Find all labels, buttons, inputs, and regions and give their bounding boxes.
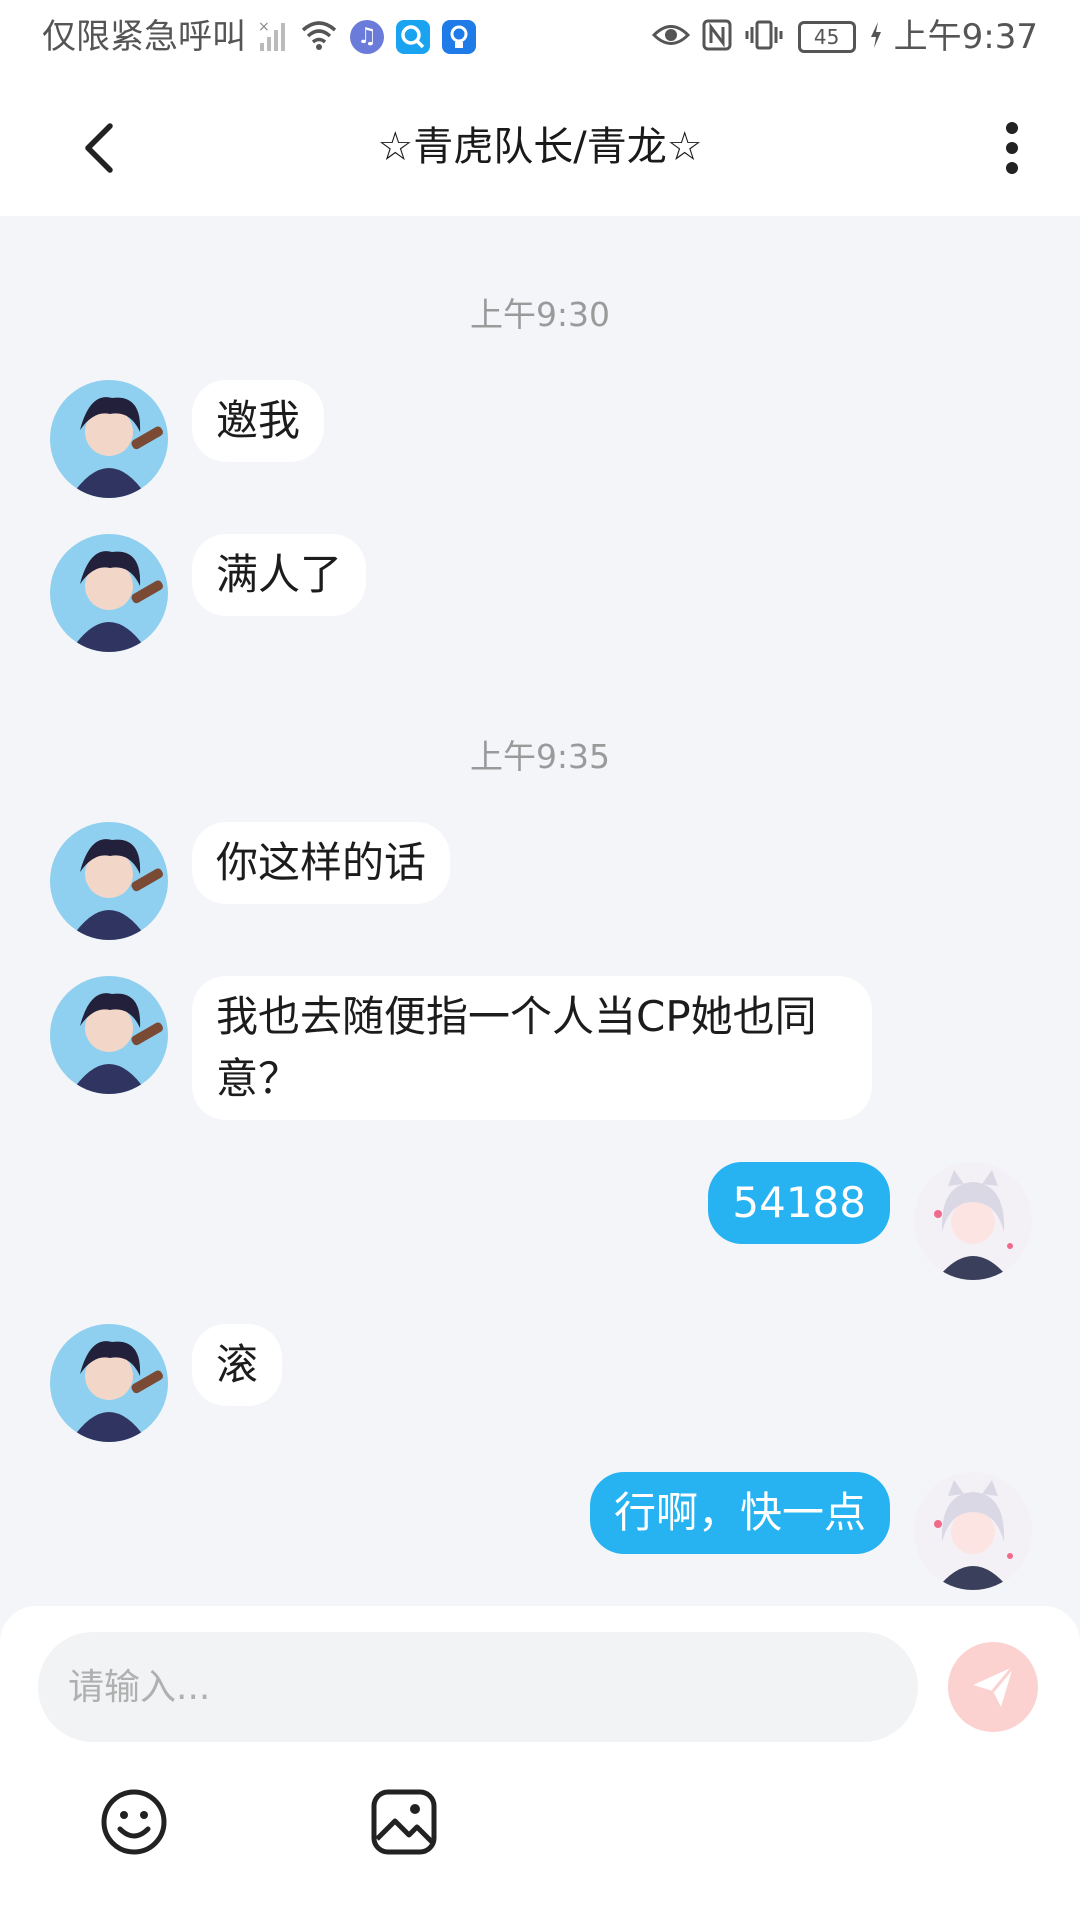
svg-text:×: × xyxy=(258,19,270,35)
more-options-button[interactable] xyxy=(992,118,1032,178)
message-timestamp: 上午9:30 xyxy=(469,295,611,334)
message-bubble[interactable]: 滚 xyxy=(192,1324,283,1406)
message-input[interactable] xyxy=(38,1632,918,1742)
incoming-message: 你这样的话 xyxy=(50,822,451,940)
status-bar: 仅限紧急呼叫 × ♫ 45 上午9:37 xyxy=(0,0,1080,78)
no-signal-icon: × xyxy=(258,17,288,57)
eye-icon xyxy=(651,20,690,54)
battery-icon: 45 xyxy=(797,21,856,53)
image-button[interactable] xyxy=(368,1786,440,1858)
bulb-app-icon xyxy=(442,20,476,54)
send-button[interactable] xyxy=(948,1642,1038,1732)
nfc-icon xyxy=(702,19,732,55)
chat-title: ☆青虎队长/青龙☆ xyxy=(377,124,703,170)
more-vertical-icon xyxy=(1006,122,1018,174)
message-bubble[interactable]: 54188 xyxy=(708,1162,890,1244)
my-avatar[interactable] xyxy=(914,1472,1032,1590)
wifi-icon xyxy=(300,19,338,55)
incoming-message: 滚 xyxy=(50,1324,283,1442)
my-avatar[interactable] xyxy=(914,1162,1032,1280)
emoji-icon xyxy=(101,1789,167,1855)
charging-icon xyxy=(868,20,884,54)
clock: 上午9:37 xyxy=(893,17,1038,57)
message-bubble[interactable]: 邀我 xyxy=(192,380,325,462)
message-bubble[interactable]: 我也去随便指一个人当CP她也同意？ xyxy=(192,976,872,1120)
image-icon xyxy=(371,1789,437,1855)
chat-header: ☆青虎队长/青龙☆ xyxy=(0,78,1080,216)
incoming-message: 邀我 xyxy=(50,380,325,498)
back-button[interactable] xyxy=(72,118,128,178)
composer xyxy=(0,1606,1080,1920)
message-bubble[interactable]: 行啊，快一点 xyxy=(589,1472,890,1554)
contact-avatar[interactable] xyxy=(50,1324,168,1442)
contact-avatar[interactable] xyxy=(50,822,168,940)
outgoing-message: 54188 xyxy=(708,1162,1032,1280)
incoming-message: 我也去随便指一个人当CP她也同意？ xyxy=(50,976,872,1120)
message-timestamp: 上午9:35 xyxy=(469,737,611,776)
back-chevron-icon xyxy=(85,123,113,173)
vibrate-icon xyxy=(744,19,784,55)
message-list[interactable]: 上午9:30 邀我 满人了 上午9:35 你这样的话 我也去随便指一个人当CP她… xyxy=(0,216,1080,1606)
contact-avatar[interactable] xyxy=(50,976,168,1094)
outgoing-message: 行啊，快一点 xyxy=(589,1472,1032,1590)
contact-avatar[interactable] xyxy=(50,380,168,498)
music-app-icon: ♫ xyxy=(350,20,384,54)
incoming-message: 满人了 xyxy=(50,534,367,652)
emoji-button[interactable] xyxy=(98,1786,170,1858)
contact-avatar[interactable] xyxy=(50,534,168,652)
message-bubble[interactable]: 你这样的话 xyxy=(192,822,451,904)
emergency-calls-only-label: 仅限紧急呼叫 xyxy=(42,17,246,57)
message-bubble[interactable]: 满人了 xyxy=(192,534,367,616)
send-icon xyxy=(973,1666,1015,1707)
search-app-icon xyxy=(396,20,430,54)
